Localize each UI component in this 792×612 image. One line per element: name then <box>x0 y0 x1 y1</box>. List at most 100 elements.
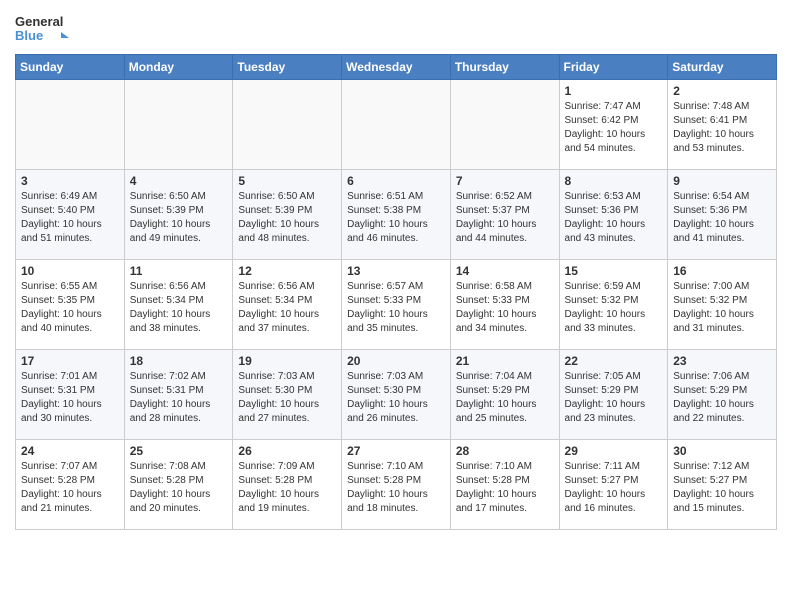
svg-text:General: General <box>15 14 63 29</box>
day-info: Sunrise: 7:12 AM Sunset: 5:27 PM Dayligh… <box>673 460 771 516</box>
day-cell <box>450 80 559 170</box>
day-info: Sunrise: 7:01 AM Sunset: 5:31 PM Dayligh… <box>21 370 119 426</box>
header-row: SundayMondayTuesdayWednesdayThursdayFrid… <box>16 55 777 80</box>
day-cell: 13Sunrise: 6:57 AM Sunset: 5:33 PM Dayli… <box>342 260 451 350</box>
page-container: GeneralBlue SundayMondayTuesdayWednesday… <box>0 0 792 540</box>
day-number: 26 <box>238 444 336 458</box>
logo-svg: GeneralBlue <box>15 10 75 46</box>
day-info: Sunrise: 7:09 AM Sunset: 5:28 PM Dayligh… <box>238 460 336 516</box>
day-info: Sunrise: 7:48 AM Sunset: 6:41 PM Dayligh… <box>673 100 771 156</box>
day-number: 6 <box>347 174 445 188</box>
day-number: 4 <box>130 174 228 188</box>
day-info: Sunrise: 7:02 AM Sunset: 5:31 PM Dayligh… <box>130 370 228 426</box>
day-number: 5 <box>238 174 336 188</box>
col-header-sunday: Sunday <box>16 55 125 80</box>
day-number: 9 <box>673 174 771 188</box>
svg-text:Blue: Blue <box>15 28 43 43</box>
day-cell: 26 Sunrise: 7:09 AM Sunset: 5:28 PM Dayli… <box>233 440 342 530</box>
day-cell: 29 Sunrise: 7:11 AM Sunset: 5:27 PM Dayli… <box>559 440 668 530</box>
day-cell: 24 Sunrise: 7:07 AM Sunset: 5:28 PM Dayli… <box>16 440 125 530</box>
day-number: 7 <box>456 174 554 188</box>
day-info: Sunrise: 7:04 AM Sunset: 5:29 PM Dayligh… <box>456 370 554 426</box>
day-number: 14 <box>456 264 554 278</box>
day-cell: 4 Sunrise: 6:50 AM Sunset: 5:39 PM Daylig… <box>124 170 233 260</box>
day-cell: 9 Sunrise: 6:54 AM Sunset: 5:36 PM Daylig… <box>668 170 777 260</box>
week-row-3: 10 Sunrise: 6:55 AM Sunset: 5:35 PM Dayli… <box>16 260 777 350</box>
day-number: 19 <box>238 354 336 368</box>
day-info: Sunrise: 7:47 AM Sunset: 6:42 PM Dayligh… <box>565 100 663 156</box>
day-info: Sunrise: 6:49 AM Sunset: 5:40 PM Dayligh… <box>21 190 119 246</box>
day-number: 21 <box>456 354 554 368</box>
day-number: 24 <box>21 444 119 458</box>
day-info: Sunrise: 7:11 AM Sunset: 5:27 PM Dayligh… <box>565 460 663 516</box>
day-info: Sunrise: 7:10 AM Sunset: 5:28 PM Dayligh… <box>347 460 445 516</box>
day-number: 10 <box>21 264 119 278</box>
day-info: Sunrise: 6:50 AM Sunset: 5:39 PM Dayligh… <box>130 190 228 246</box>
day-number: 17 <box>21 354 119 368</box>
day-number: 29 <box>565 444 663 458</box>
day-number: 12 <box>238 264 336 278</box>
day-cell: 25 Sunrise: 7:08 AM Sunset: 5:28 PM Dayli… <box>124 440 233 530</box>
day-number: 18 <box>130 354 228 368</box>
header: GeneralBlue <box>15 10 777 46</box>
day-info: Sunrise: 6:54 AM Sunset: 5:36 PM Dayligh… <box>673 190 771 246</box>
day-info: Sunrise: 6:58 AM Sunset: 5:33 PM Dayligh… <box>456 280 554 336</box>
col-header-tuesday: Tuesday <box>233 55 342 80</box>
day-cell: 21 Sunrise: 7:04 AM Sunset: 5:29 PM Dayli… <box>450 350 559 440</box>
calendar-table: SundayMondayTuesdayWednesdayThursdayFrid… <box>15 54 777 530</box>
day-cell: 30 Sunrise: 7:12 AM Sunset: 5:27 PM Dayli… <box>668 440 777 530</box>
day-number: 16 <box>673 264 771 278</box>
day-cell: 3 Sunrise: 6:49 AM Sunset: 5:40 PM Daylig… <box>16 170 125 260</box>
day-info: Sunrise: 7:06 AM Sunset: 5:29 PM Dayligh… <box>673 370 771 426</box>
day-info: Sunrise: 6:52 AM Sunset: 5:37 PM Dayligh… <box>456 190 554 246</box>
day-number: 25 <box>130 444 228 458</box>
day-cell: 2 Sunrise: 7:48 AM Sunset: 6:41 PM Daylig… <box>668 80 777 170</box>
day-cell: 1 Sunrise: 7:47 AM Sunset: 6:42 PM Daylig… <box>559 80 668 170</box>
day-cell <box>342 80 451 170</box>
col-header-friday: Friday <box>559 55 668 80</box>
day-info: Sunrise: 6:55 AM Sunset: 5:35 PM Dayligh… <box>21 280 119 336</box>
day-cell: 22Sunrise: 7:05 AM Sunset: 5:29 PM Dayli… <box>559 350 668 440</box>
day-info: Sunrise: 6:51 AM Sunset: 5:38 PM Dayligh… <box>347 190 445 246</box>
day-cell: 14 Sunrise: 6:58 AM Sunset: 5:33 PM Dayli… <box>450 260 559 350</box>
day-cell: 15Sunrise: 6:59 AM Sunset: 5:32 PM Dayli… <box>559 260 668 350</box>
day-cell: 6 Sunrise: 6:51 AM Sunset: 5:38 PM Daylig… <box>342 170 451 260</box>
day-cell: 19 Sunrise: 7:03 AM Sunset: 5:30 PM Dayli… <box>233 350 342 440</box>
week-row-2: 3 Sunrise: 6:49 AM Sunset: 5:40 PM Daylig… <box>16 170 777 260</box>
day-cell: 5Sunrise: 6:50 AM Sunset: 5:39 PM Daylig… <box>233 170 342 260</box>
day-info: Sunrise: 6:53 AM Sunset: 5:36 PM Dayligh… <box>565 190 663 246</box>
day-cell: 20 Sunrise: 7:03 AM Sunset: 5:30 PM Dayli… <box>342 350 451 440</box>
day-info: Sunrise: 6:56 AM Sunset: 5:34 PM Dayligh… <box>130 280 228 336</box>
day-number: 30 <box>673 444 771 458</box>
day-info: Sunrise: 7:03 AM Sunset: 5:30 PM Dayligh… <box>238 370 336 426</box>
day-info: Sunrise: 7:10 AM Sunset: 5:28 PM Dayligh… <box>456 460 554 516</box>
day-number: 2 <box>673 84 771 98</box>
day-cell <box>124 80 233 170</box>
day-info: Sunrise: 6:59 AM Sunset: 5:32 PM Dayligh… <box>565 280 663 336</box>
logo: GeneralBlue <box>15 10 75 46</box>
day-cell: 11Sunrise: 6:56 AM Sunset: 5:34 PM Dayli… <box>124 260 233 350</box>
day-cell: 8Sunrise: 6:53 AM Sunset: 5:36 PM Daylig… <box>559 170 668 260</box>
day-cell: 10 Sunrise: 6:55 AM Sunset: 5:35 PM Dayli… <box>16 260 125 350</box>
week-row-1: 1 Sunrise: 7:47 AM Sunset: 6:42 PM Daylig… <box>16 80 777 170</box>
day-number: 1 <box>565 84 663 98</box>
day-cell: 27Sunrise: 7:10 AM Sunset: 5:28 PM Dayli… <box>342 440 451 530</box>
col-header-monday: Monday <box>124 55 233 80</box>
day-cell: 16 Sunrise: 7:00 AM Sunset: 5:32 PM Dayli… <box>668 260 777 350</box>
week-row-5: 24 Sunrise: 7:07 AM Sunset: 5:28 PM Dayli… <box>16 440 777 530</box>
day-info: Sunrise: 7:07 AM Sunset: 5:28 PM Dayligh… <box>21 460 119 516</box>
day-info: Sunrise: 6:56 AM Sunset: 5:34 PM Dayligh… <box>238 280 336 336</box>
week-row-4: 17 Sunrise: 7:01 AM Sunset: 5:31 PM Dayli… <box>16 350 777 440</box>
day-info: Sunrise: 7:08 AM Sunset: 5:28 PM Dayligh… <box>130 460 228 516</box>
day-info: Sunrise: 7:03 AM Sunset: 5:30 PM Dayligh… <box>347 370 445 426</box>
day-number: 3 <box>21 174 119 188</box>
day-cell: 18 Sunrise: 7:02 AM Sunset: 5:31 PM Dayli… <box>124 350 233 440</box>
day-cell: 17 Sunrise: 7:01 AM Sunset: 5:31 PM Dayli… <box>16 350 125 440</box>
day-cell <box>16 80 125 170</box>
day-number: 28 <box>456 444 554 458</box>
day-info: Sunrise: 7:05 AM Sunset: 5:29 PM Dayligh… <box>565 370 663 426</box>
col-header-thursday: Thursday <box>450 55 559 80</box>
day-cell: 23Sunrise: 7:06 AM Sunset: 5:29 PM Dayli… <box>668 350 777 440</box>
day-info: Sunrise: 7:00 AM Sunset: 5:32 PM Dayligh… <box>673 280 771 336</box>
day-number: 20 <box>347 354 445 368</box>
